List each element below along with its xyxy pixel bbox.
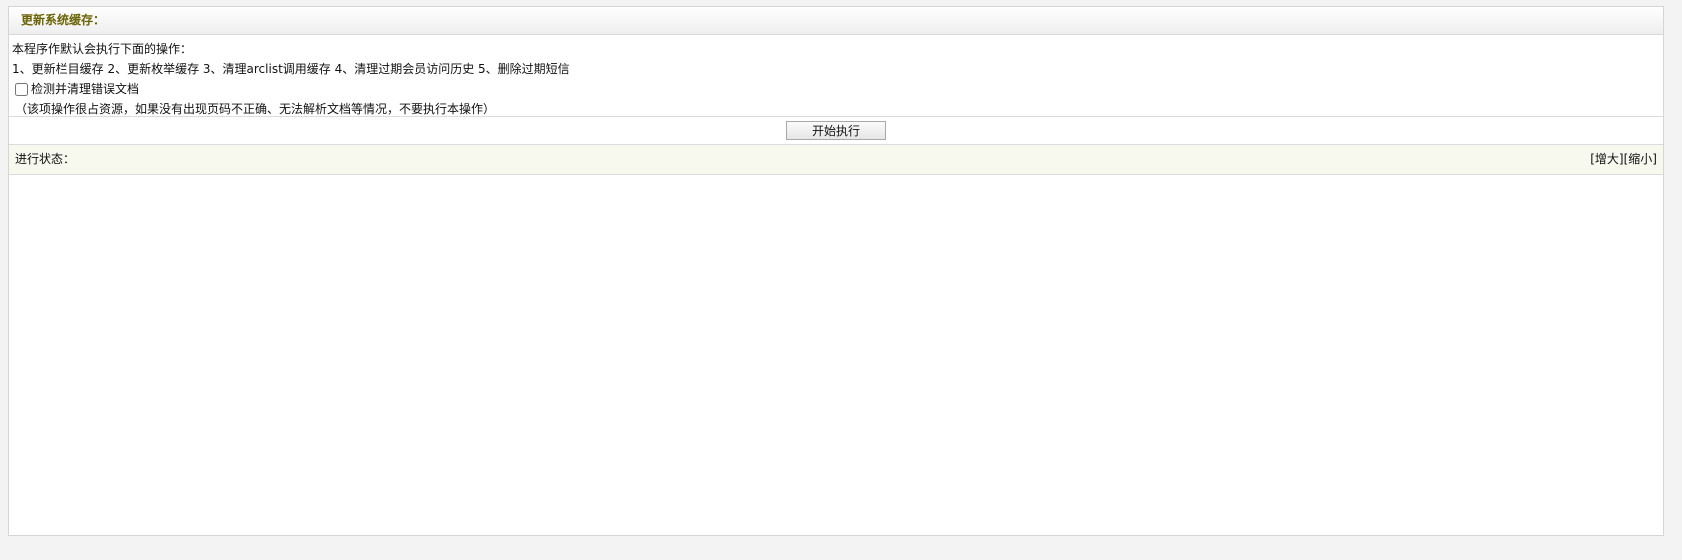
operations-text: 1、更新栏目缓存 2、更新枚举缓存 3、清理arclist调用缓存 4、清理过期… [12, 62, 570, 76]
status-bar: 进行状态： [增大][缩小] [9, 145, 1663, 175]
enlarge-link[interactable]: [增大] [1590, 152, 1623, 166]
panel-title: 更新系统缓存： [9, 7, 1663, 35]
status-output-area [9, 175, 1663, 536]
clean-error-docs-checkbox[interactable] [15, 82, 28, 96]
warning-note: （该项操作很占资源，如果没有出现页码不正确、无法解析文档等情况，不要执行本操作） [15, 102, 496, 116]
status-label: 进行状态： [15, 152, 76, 166]
clean-error-docs-label[interactable]: 检测并清理错误文档 [31, 79, 139, 99]
shrink-link[interactable]: [缩小] [1624, 152, 1657, 166]
cache-update-panel: 更新系统缓存： 本程序作默认会执行下面的操作： 1、更新栏目缓存 2、更新枚举缓… [8, 6, 1664, 536]
intro-text: 本程序作默认会执行下面的操作： [12, 42, 193, 56]
start-button[interactable]: 开始执行 [786, 121, 886, 140]
check-clean-option[interactable]: 检测并清理错误文档 [12, 79, 1663, 99]
description-section: 本程序作默认会执行下面的操作： 1、更新栏目缓存 2、更新枚举缓存 3、清理ar… [9, 35, 1663, 117]
action-row: 开始执行 [9, 117, 1663, 145]
status-size-controls: [增大][缩小] [1590, 145, 1657, 174]
